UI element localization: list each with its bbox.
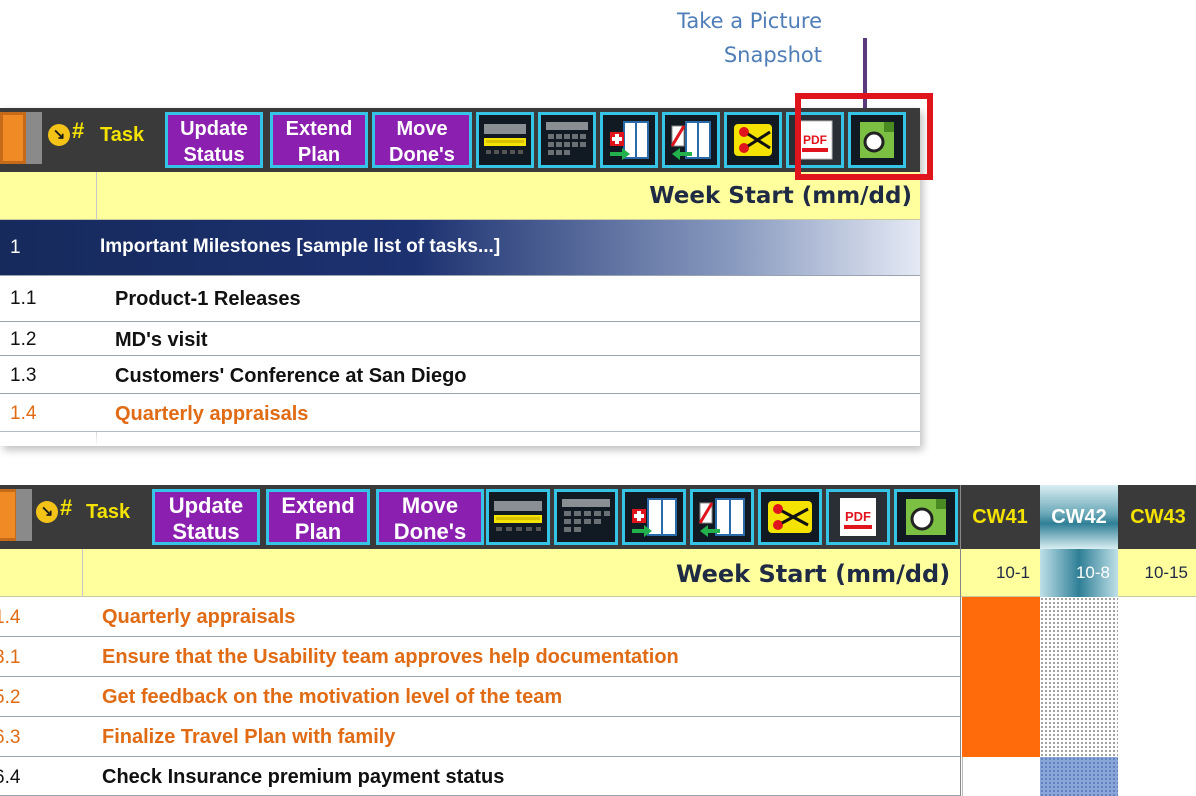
- update-status-line1: Update: [180, 118, 248, 140]
- toolbar-gray-tab: [16, 489, 32, 541]
- row-number: 3.1: [0, 647, 21, 668]
- callout-line-1: Take a Picture: [677, 9, 822, 33]
- extend-plan-line2: Plan: [294, 519, 342, 544]
- row-task: Get feedback on the motivation level of …: [102, 686, 563, 708]
- table-row[interactable]: 5.2 Get feedback on the motivation level…: [0, 677, 960, 717]
- row-number: 1.4: [10, 403, 37, 424]
- move-dones-button[interactable]: Move Done's: [372, 112, 472, 168]
- task-header: Task: [100, 124, 145, 146]
- move-dones-line1: Move: [401, 493, 459, 518]
- row-task: Important Milestones [sample list of tas…: [100, 236, 501, 257]
- week-header-cw43: CW43: [1130, 506, 1186, 528]
- bottom-fade: [0, 426, 920, 446]
- timeline-icon[interactable]: [486, 489, 550, 545]
- toolbar: ↘ # Task Update Status Extend Plan Move …: [0, 108, 920, 172]
- gantt-bar-cw41[interactable]: [962, 597, 1040, 757]
- pdf-label: PDF: [845, 509, 871, 524]
- table-row[interactable]: 1.3 Customers' Conference at San Diego: [0, 356, 920, 394]
- snapshot-highlight-box: [795, 93, 933, 180]
- snapshot-callout: Take a Picture Snapshot: [620, 4, 822, 72]
- row-task: Quarterly appraisals: [115, 403, 309, 425]
- row-number: 1.4: [0, 607, 21, 628]
- sort-arrow-icon[interactable]: ↘: [48, 124, 70, 146]
- table-row[interactable]: 6.4 Check Insurance premium payment stat…: [0, 757, 960, 796]
- row-number-header: #: [72, 118, 85, 143]
- table-row[interactable]: 1 Important Milestones [sample list of t…: [0, 220, 920, 276]
- cut-rows-icon[interactable]: [758, 489, 822, 545]
- delete-column-icon[interactable]: [690, 489, 754, 545]
- week-header-cw41: CW41: [972, 506, 1028, 528]
- toolbar-left-handle[interactable]: [0, 112, 26, 164]
- gantt-bar-cw42[interactable]: [1040, 757, 1118, 796]
- update-status-line2: Status: [172, 519, 240, 544]
- delete-column-icon[interactable]: [662, 112, 720, 168]
- row-task: Customers' Conference at San Diego: [115, 365, 467, 387]
- move-dones-button[interactable]: Move Done's: [376, 489, 484, 545]
- row-number: 1.3: [10, 365, 37, 386]
- row-number: 1.2: [10, 329, 37, 350]
- row-number: 1.1: [10, 288, 37, 309]
- timeline-icon[interactable]: [476, 112, 534, 168]
- move-dones-line1: Move: [396, 118, 448, 140]
- pdf-export-icon[interactable]: PDF: [826, 489, 890, 545]
- table-row[interactable]: 1.2 MD's visit: [0, 322, 920, 356]
- extend-plan-line2: Plan: [297, 144, 341, 166]
- row-task: Ensure that the Usability team approves …: [102, 646, 679, 668]
- update-status-button[interactable]: Update Status: [165, 112, 263, 168]
- week-date-cw43: 10-15: [1144, 563, 1188, 582]
- row-task: Finalize Travel Plan with family: [102, 726, 396, 748]
- week-start-label: Week Start (mm/dd): [676, 560, 951, 588]
- toolbar-gray-tab: [26, 112, 42, 164]
- update-status-line2: Status: [183, 144, 245, 166]
- calendar-icon[interactable]: [554, 489, 618, 545]
- row-task: Quarterly appraisals: [102, 606, 296, 628]
- gantt-cell-line: [962, 757, 963, 796]
- move-dones-line2: Done's: [389, 144, 455, 166]
- cut-rows-icon[interactable]: [724, 112, 782, 168]
- extend-plan-line1: Extend: [285, 118, 353, 140]
- insert-column-icon[interactable]: [600, 112, 658, 168]
- calendar-icon[interactable]: [538, 112, 596, 168]
- week-start-label: Week Start (mm/dd): [649, 183, 912, 209]
- table-row[interactable]: 1.1 Product-1 Releases: [0, 276, 920, 322]
- week-header-cw42: CW42: [1040, 485, 1118, 549]
- task-header: Task: [86, 501, 131, 523]
- row-task: Check Insurance premium payment status: [102, 766, 505, 788]
- gantt-divider: [960, 485, 961, 796]
- insert-column-icon[interactable]: [622, 489, 686, 545]
- extend-plan-button[interactable]: Extend Plan: [270, 112, 368, 168]
- gantt-current-week-column: [1040, 597, 1118, 757]
- extend-plan-line1: Extend: [281, 493, 355, 518]
- snapshot-camera-icon[interactable]: [894, 489, 958, 545]
- update-status-line1: Update: [168, 493, 244, 518]
- table-row[interactable]: 6.3 Finalize Travel Plan with family: [0, 717, 960, 757]
- row-number: 6.3: [0, 727, 21, 748]
- row-number: 5.2: [0, 687, 21, 708]
- row-number: 1: [10, 237, 21, 258]
- row-number: 6.4: [0, 767, 21, 788]
- table-row[interactable]: 1.4 Quarterly appraisals: [0, 597, 960, 637]
- week-start-row: Week Start (mm/dd): [0, 172, 920, 220]
- sort-arrow-icon[interactable]: ↘: [36, 501, 58, 523]
- extend-plan-button[interactable]: Extend Plan: [266, 489, 370, 545]
- update-status-button[interactable]: Update Status: [152, 489, 260, 545]
- row-task: MD's visit: [115, 329, 208, 351]
- week-date-cw41: 10-1: [995, 563, 1030, 582]
- toolbar: ↘ # Task Update Status Extend Plan Move …: [0, 485, 1196, 549]
- plan-panel-top: ↘ # Task Update Status Extend Plan Move …: [0, 108, 920, 446]
- table-row[interactable]: 3.1 Ensure that the Usability team appro…: [0, 637, 960, 677]
- row-task: Product-1 Releases: [115, 288, 301, 310]
- week-date-cw42: 10-8: [1040, 549, 1118, 597]
- move-dones-line2: Done's: [393, 519, 467, 544]
- row-number-header: #: [60, 495, 73, 520]
- callout-line-2: Snapshot: [723, 43, 822, 67]
- plan-panel-bottom: ↘ # Task Update Status Extend Plan Move …: [0, 485, 1196, 796]
